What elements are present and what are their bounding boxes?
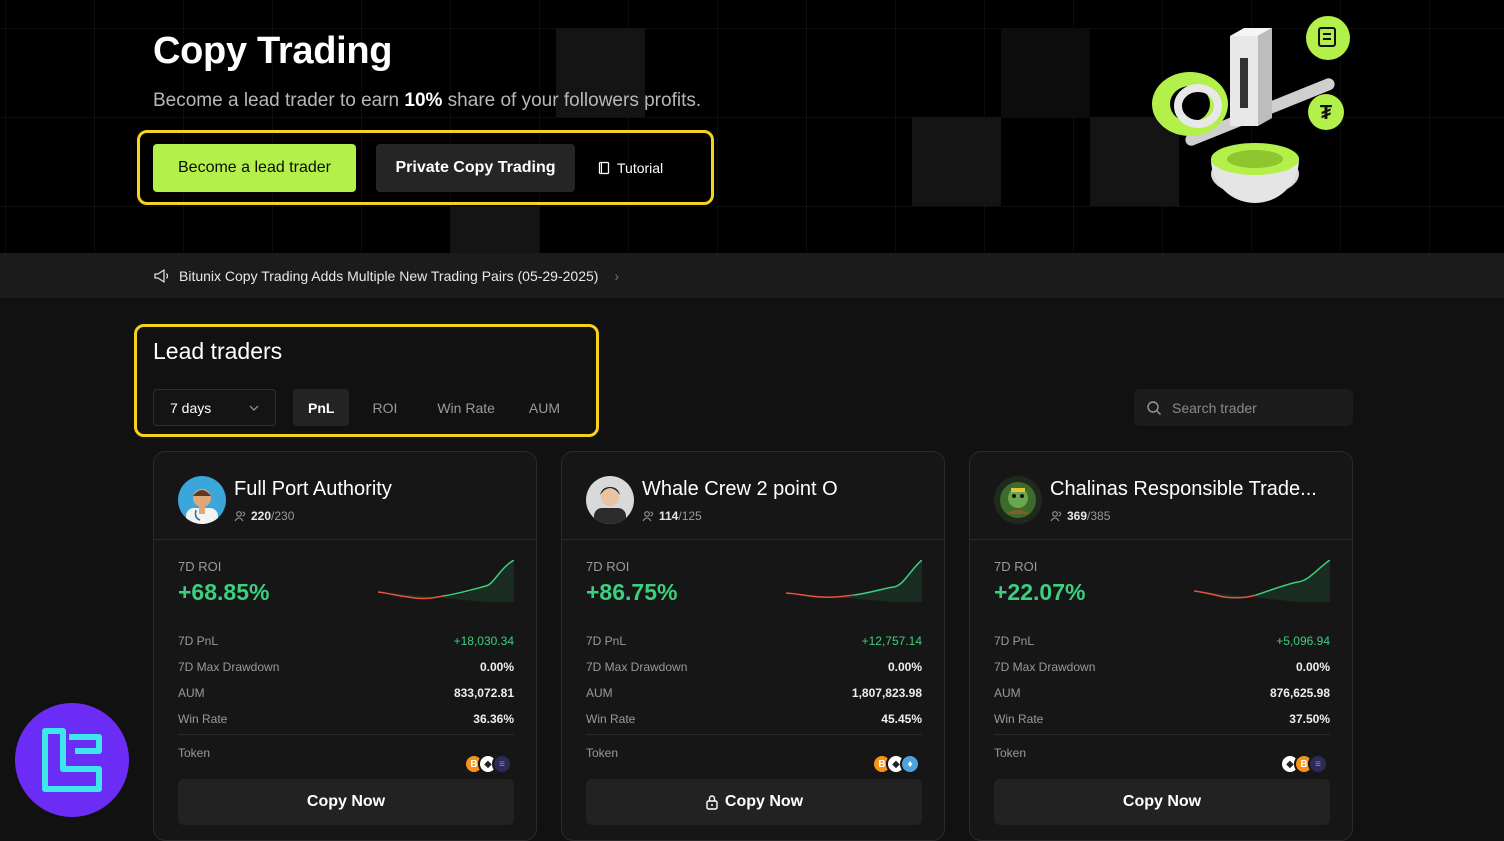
tab-win-rate[interactable]: Win Rate — [422, 389, 510, 426]
solana-icon: ≡ — [1308, 754, 1328, 774]
period-dropdown[interactable]: 7 days — [153, 389, 276, 426]
stat-row: 7D PnL +5,096.94 — [994, 634, 1330, 648]
chevron-right-icon: › — [614, 267, 620, 284]
trader-name[interactable]: Whale Crew 2 point O — [642, 478, 922, 501]
announcement-bar[interactable]: Bitunix Copy Trading Adds Multiple New T… — [0, 253, 1504, 298]
trader-name[interactable]: Full Port Authority — [234, 478, 514, 501]
divider — [994, 734, 1330, 735]
sort-tabs: PnL ROI Win Rate AUM — [293, 389, 575, 426]
stat-row: Win Rate 37.50% — [994, 712, 1330, 726]
brand-logo — [15, 703, 129, 817]
tab-pnl[interactable]: PnL — [293, 389, 350, 426]
trader-card[interactable]: Full Port Authority 220/230 7D ROI +68.8… — [153, 451, 537, 841]
token-label: Token — [586, 746, 619, 760]
token-label: Token — [994, 746, 1027, 760]
grid-tile — [912, 117, 1001, 206]
stat-row: 7D PnL +18,030.34 — [178, 634, 514, 648]
divider — [178, 734, 514, 735]
private-copy-trading-button[interactable]: Private Copy Trading — [376, 144, 575, 192]
trader-name[interactable]: Chalinas Responsible Trade... — [1050, 478, 1330, 501]
section-title: Lead traders — [153, 338, 283, 364]
stat-row: AUM 833,072.81 — [178, 686, 514, 700]
page-title: Copy Trading — [153, 30, 393, 72]
logo-mark-icon — [42, 728, 102, 792]
token-list: B ◆ ♦ — [872, 754, 920, 774]
copy-now-button[interactable]: Copy Now — [178, 779, 514, 825]
avatar[interactable] — [178, 476, 226, 524]
divider — [586, 734, 922, 735]
roi-label: 7D ROI — [994, 559, 1038, 574]
avatar[interactable] — [586, 476, 634, 524]
grid-tile — [450, 206, 539, 253]
search-trader-box[interactable] — [1134, 389, 1353, 426]
stat-row: 7D Max Drawdown 0.00% — [586, 660, 922, 674]
stats-list: 7D PnL +12,757.14 7D Max Drawdown 0.00% AU… — [586, 628, 922, 732]
water-drop-icon: ♦ — [900, 754, 920, 774]
megaphone-icon — [154, 268, 169, 283]
stat-row: 7D PnL +12,757.14 — [586, 634, 922, 648]
svg-text:₮: ₮ — [1320, 102, 1332, 124]
copy-trading-illustration: ₮ — [1152, 16, 1350, 203]
users-icon — [642, 511, 653, 522]
roi-sparkline — [786, 560, 922, 602]
users-icon — [234, 511, 245, 522]
trader-card-header: Chalinas Responsible Trade... 369/385 — [970, 452, 1352, 540]
chevron-down-icon — [249, 405, 259, 411]
follower-count: 114/125 — [642, 509, 702, 523]
trader-card-header: Full Port Authority 220/230 — [154, 452, 536, 540]
token-list: ◆ B ≡ — [1280, 754, 1328, 774]
token-label: Token — [178, 746, 211, 760]
roi-sparkline — [378, 560, 514, 602]
lock-icon — [706, 795, 718, 810]
stat-row: 7D Max Drawdown 0.00% — [178, 660, 514, 674]
solana-icon: ≡ — [492, 754, 512, 774]
search-input[interactable] — [1172, 399, 1332, 416]
stat-row: 7D Max Drawdown 0.00% — [994, 660, 1330, 674]
book-icon — [598, 161, 610, 175]
announcement-text[interactable]: Bitunix Copy Trading Adds Multiple New T… — [179, 268, 598, 284]
copy-now-button[interactable]: Copy Now — [994, 779, 1330, 825]
trader-card[interactable]: Chalinas Responsible Trade... 369/385 7D… — [969, 451, 1353, 841]
avatar[interactable] — [994, 476, 1042, 524]
follower-count: 220/230 — [234, 509, 294, 523]
stat-row: Win Rate 36.36% — [178, 712, 514, 726]
become-lead-trader-button[interactable]: Become a lead trader — [153, 144, 356, 192]
hero-subtitle: Become a lead trader to earn 10% share o… — [153, 90, 702, 111]
stat-row: AUM 876,625.98 — [994, 686, 1330, 700]
stat-row: Win Rate 45.45% — [586, 712, 922, 726]
grid-tile — [1001, 28, 1090, 117]
tab-roi[interactable]: ROI — [357, 389, 412, 426]
copy-now-button[interactable]: Copy Now — [586, 779, 922, 825]
hero-banner: Copy Trading Become a lead trader to ear… — [0, 0, 1504, 253]
roi-value: +86.75% — [586, 579, 678, 605]
roi-value: +68.85% — [178, 579, 270, 605]
token-list: B ◆ ≡ — [464, 754, 512, 774]
stats-list: 7D PnL +5,096.94 7D Max Drawdown 0.00% AUM… — [994, 628, 1330, 732]
users-icon — [1050, 511, 1061, 522]
roi-label: 7D ROI — [586, 559, 630, 574]
tab-aum[interactable]: AUM — [514, 389, 575, 426]
roi-label: 7D ROI — [178, 559, 222, 574]
roi-value: +22.07% — [994, 579, 1086, 605]
trader-card[interactable]: Whale Crew 2 point O 114/125 7D ROI +86.… — [561, 451, 945, 841]
stats-list: 7D PnL +18,030.34 7D Max Drawdown 0.00% AU… — [178, 628, 514, 732]
follower-count: 369/385 — [1050, 509, 1110, 523]
tutorial-link[interactable]: Tutorial — [597, 156, 663, 180]
roi-sparkline — [1194, 560, 1330, 602]
stat-row: AUM 1,807,823.98 — [586, 686, 922, 700]
search-icon — [1147, 400, 1161, 415]
trader-card-header: Whale Crew 2 point O 114/125 — [562, 452, 944, 540]
